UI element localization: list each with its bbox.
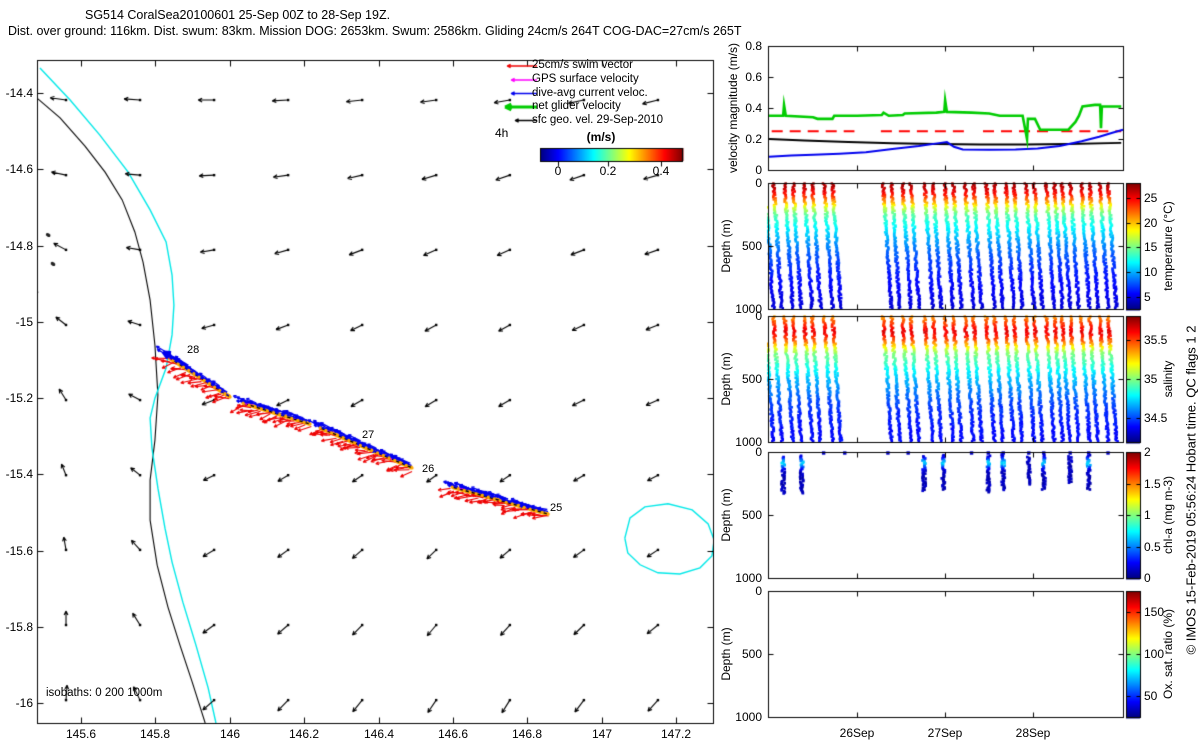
colorbar-tick: 5 bbox=[1144, 290, 1151, 304]
map-x-tick: 146.2 bbox=[288, 727, 320, 741]
colorbar-tick: 25 bbox=[1144, 191, 1158, 205]
velocity-y-tick: 0.6 bbox=[745, 70, 762, 84]
map-y-tick: -14.6 bbox=[5, 162, 33, 176]
colorbar-unit-label: chl-a (mg m-3) bbox=[1161, 475, 1175, 555]
depth-y-tick: 1000 bbox=[735, 710, 762, 724]
colorbar-tick: 35 bbox=[1144, 372, 1158, 386]
depth-y-tick: 0 bbox=[755, 309, 762, 323]
colorbar-unit-label: salinity bbox=[1161, 360, 1175, 398]
figure-title: SG514 CoralSea20100601 25-Sep 00Z to 28-… bbox=[85, 8, 391, 22]
colorbar-tick: 20 bbox=[1144, 216, 1158, 230]
depth-y-tick: 500 bbox=[741, 508, 762, 522]
colorbar-tick: 35.5 bbox=[1144, 333, 1168, 347]
map-y-tick: -15.4 bbox=[5, 467, 33, 481]
map-y-tick: -14.8 bbox=[5, 239, 33, 253]
map-x-tick: 146.6 bbox=[437, 727, 469, 741]
time-axis-tick: 27Sep bbox=[927, 726, 963, 740]
colorbar-unit-label: temperature (°C) bbox=[1161, 201, 1175, 291]
depth-y-tick: 500 bbox=[741, 239, 762, 253]
legend-entry-label: GPS surface velocity bbox=[532, 73, 639, 85]
legend-entry-label: 25cm/s swim vector bbox=[532, 59, 633, 71]
depth-y-tick: 500 bbox=[741, 372, 762, 386]
colorbar-tick: 0.5 bbox=[1144, 540, 1161, 554]
colorbar-tick: 1.5 bbox=[1144, 477, 1161, 491]
colorbar-tick: 34.5 bbox=[1144, 411, 1168, 425]
map-y-tick: -15.2 bbox=[5, 391, 33, 405]
velocity-y-tick: 0.4 bbox=[745, 101, 762, 115]
legend-entry-label: net glider velocity bbox=[532, 100, 621, 112]
isobaths-note: isobaths: 0 200 1000m bbox=[46, 687, 163, 699]
plot-canvas bbox=[0, 0, 1200, 750]
colorbar-unit-label: Ox. sat. ratio (%) bbox=[1161, 608, 1175, 700]
map-y-tick: -15.6 bbox=[5, 544, 33, 558]
legend-colorbar-tick: 0 bbox=[554, 164, 562, 178]
velocity-y-tick: 0.2 bbox=[745, 132, 762, 146]
map-x-tick: 145.8 bbox=[139, 727, 171, 741]
map-x-tick: 145.6 bbox=[65, 727, 97, 741]
colorbar-tick: 15 bbox=[1144, 240, 1158, 254]
map-y-tick: -15 bbox=[15, 315, 33, 329]
map-x-tick: 147.2 bbox=[660, 727, 692, 741]
dive-number-label: 27 bbox=[362, 429, 375, 441]
glider-mission-figure: SG514 CoralSea20100601 25-Sep 00Z to 28-… bbox=[0, 0, 1200, 750]
depth-y-tick: 500 bbox=[741, 647, 762, 661]
colorbar-tick: 0 bbox=[1144, 571, 1151, 585]
velocity-y-tick: 0 bbox=[755, 163, 762, 177]
depth-axis-title: Depth (m) bbox=[719, 488, 733, 542]
velocity-y-tick: 0.8 bbox=[745, 39, 762, 53]
legend-colorbar-tick: 0.2 bbox=[599, 164, 617, 178]
colorbar-tick: 2 bbox=[1144, 445, 1151, 459]
map-x-tick: 146.4 bbox=[363, 727, 395, 741]
colorbar-tick: 50 bbox=[1144, 689, 1158, 703]
map-y-tick: -16 bbox=[15, 696, 33, 710]
depth-y-tick: 0 bbox=[755, 584, 762, 598]
legend-colorbar-title: (m/s) bbox=[586, 130, 616, 144]
figure-subtitle: Dist. over ground: 116km. Dist. swum: 83… bbox=[8, 24, 742, 38]
depth-axis-title: Depth (m) bbox=[719, 352, 733, 406]
legend-scale-label: 4h bbox=[495, 126, 509, 140]
map-x-tick: 146 bbox=[219, 727, 241, 741]
depth-y-tick: 1000 bbox=[735, 571, 762, 585]
depth-axis-title: Depth (m) bbox=[719, 219, 733, 273]
dive-number-label: 26 bbox=[422, 463, 435, 475]
dive-number-label: 25 bbox=[550, 502, 563, 514]
map-y-tick: -14.4 bbox=[5, 86, 33, 100]
depth-y-tick: 0 bbox=[755, 445, 762, 459]
legend-entry-label: sfc geo. vel. 29-Sep-2010 bbox=[532, 113, 664, 126]
map-x-tick: 146.8 bbox=[511, 727, 543, 741]
map-x-tick: 147 bbox=[591, 727, 613, 741]
legend-entry-label: dive-avg current veloc. bbox=[532, 86, 648, 99]
colorbar-tick: 1 bbox=[1144, 508, 1151, 522]
depth-y-tick: 0 bbox=[755, 176, 762, 190]
imos-watermark: © IMOS 15-Feb-2019 05:56:24 Hobart time.… bbox=[1183, 325, 1199, 655]
legend-colorbar-tick: 0.4 bbox=[652, 164, 670, 178]
time-axis-tick: 28Sep bbox=[1015, 726, 1051, 740]
time-axis-tick: 26Sep bbox=[839, 726, 875, 740]
dive-number-label: 28 bbox=[187, 344, 200, 356]
colorbar-tick: 10 bbox=[1144, 265, 1158, 279]
depth-axis-title: Depth (m) bbox=[719, 627, 733, 681]
map-y-tick: -15.8 bbox=[5, 620, 33, 634]
